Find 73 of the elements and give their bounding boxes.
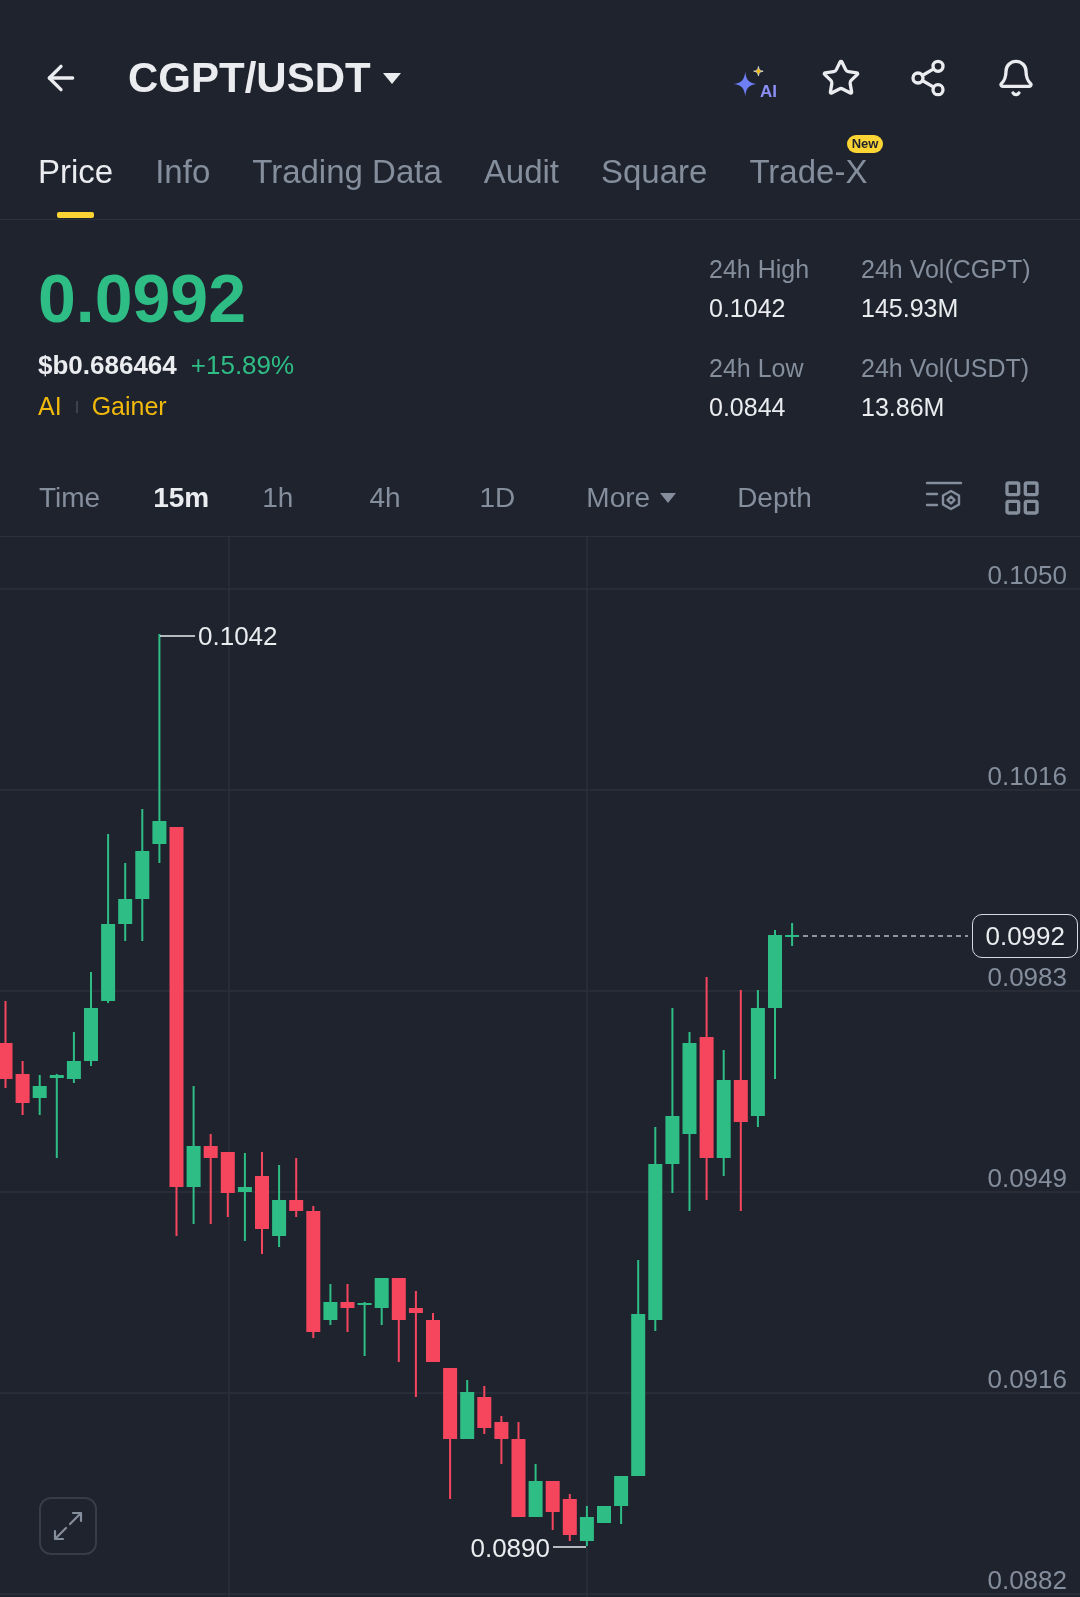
bearish-candlestick [289,1158,304,1217]
price-change: +15.89% [190,352,295,378]
stat-label: 24h Vol(USDT) [861,356,1031,381]
interval-tab[interactable]: 1D [479,484,516,512]
bearish-candlestick [477,1386,492,1434]
bearish-candlestick [426,1313,440,1362]
interval-tab[interactable]: Depth [737,484,812,512]
stat-value: 145.93M [861,296,960,321]
tab[interactable]: Trading Data [252,155,442,188]
axis-label: 0.0916 [987,1366,1067,1392]
bullish-candlestick [32,1075,47,1115]
selected-tab-underline [57,212,95,218]
bearish-candlestick [220,1152,235,1217]
category-tag[interactable]: AI [38,394,62,419]
favorite-button[interactable] [821,58,861,98]
axis-label: 0.1016 [987,763,1067,789]
bell-icon [996,58,1036,98]
bullish-candlestick [579,1506,594,1546]
bullish-candlestick [528,1464,543,1517]
stat-label: 24h Vol(CGPT) [861,257,1032,282]
converted-price: $b0.686464 [38,352,177,378]
bearish-candlestick [15,1061,30,1115]
tab[interactable]: Price [38,155,114,188]
axis-label: 0.0882 [987,1567,1067,1593]
bearish-candlestick [340,1284,355,1332]
stat-value: 0.1042 [709,296,787,321]
share-button[interactable] [908,58,948,98]
last-price: 0.0992 [38,264,246,332]
current-price-label: 0.0992 [972,914,1078,958]
interval-tab[interactable]: 15m [153,484,210,512]
low-price-label: 0.0890 [470,1535,550,1561]
grid-icon [1002,478,1042,518]
category-tag[interactable]: Gainer [91,394,167,419]
bullish-candlestick [357,1302,372,1356]
axis-label: 0.1050 [987,562,1067,588]
bearish-candlestick [562,1494,577,1541]
ai-assistant-button[interactable]: AI [732,56,777,100]
interval-tab[interactable]: 4h [369,484,401,512]
bullish-candlestick [66,1032,81,1083]
bearish-candlestick [545,1481,560,1530]
caret-icon [660,493,677,503]
leader-line [552,1546,587,1548]
interval-tab[interactable]: 1h [262,484,294,512]
more-intervals-button[interactable]: More [586,484,677,512]
pair-selector[interactable]: CGPT/USDT [128,57,401,99]
stat-value: 13.86M [861,395,946,420]
axis-label: 0.0983 [987,964,1067,990]
interval-tab[interactable]: Time [39,484,101,512]
tab[interactable]: Trade-X [749,155,868,188]
share-icon [908,58,948,98]
alert-button[interactable] [996,58,1036,98]
bullish-candlestick [460,1380,475,1439]
layout-button[interactable] [1002,478,1042,518]
bullish-candlestick [597,1506,611,1523]
stat-value: 0.0844 [709,395,787,420]
new-badge: New [846,135,884,153]
high-price-label: 0.1042 [198,623,278,649]
tab[interactable]: Square [601,155,708,188]
caret-icon [382,72,401,84]
tab[interactable]: Info [155,155,211,188]
stat-label: 24h Low [709,356,805,381]
leader-line [159,635,196,637]
tab[interactable]: Audit [483,155,559,188]
bearish-candlestick [494,1416,509,1464]
expand-button[interactable] [39,1497,97,1555]
bullish-candlestick [785,923,800,946]
expand-icon [53,1511,83,1541]
axis-label: 0.0949 [987,1165,1067,1191]
bullish-candlestick [614,1476,629,1524]
bullish-candlestick [323,1284,338,1325]
star-icon [821,58,861,98]
stat-label: 24h High [709,257,811,282]
bullish-candlestick [374,1278,389,1325]
